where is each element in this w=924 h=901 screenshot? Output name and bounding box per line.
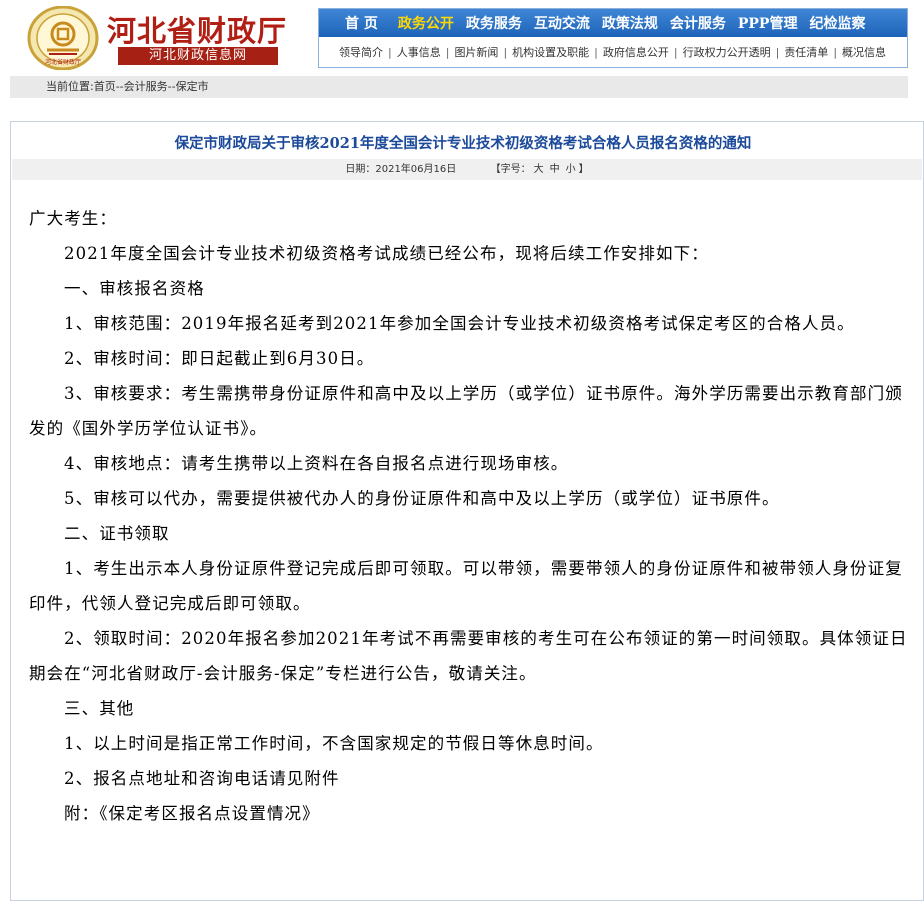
nav-item-4[interactable]: 政策法规 [596, 13, 664, 33]
article-paragraph: 2、报名点地址和咨询电话请见附件 [64, 769, 340, 788]
nav-separator: | [673, 45, 678, 59]
nav-item-3[interactable]: 互动交流 [528, 13, 596, 33]
article-paragraph: 一、审核报名资格 [64, 279, 205, 298]
font-size-medium-link[interactable]: 中 [547, 164, 563, 175]
article-paragraph: 3、审核要求：考生需携带身份证原件和高中及以上学历（或学位）证书原件。海外学历需… [29, 384, 903, 438]
main-navigation: 首 页政务公开 政务服务 互动交流 政策法规 会计服务 PPP管理 纪检监察 领导简介 | 人事… [318, 8, 908, 68]
primary-nav: 首 页政务公开 政务服务 互动交流 政策法规 会计服务 PPP管理 纪检监察 [319, 9, 907, 37]
article-body: 广大考生： 2021年度全国会计专业技术初级资格考试成绩已经公布，现将后续工作安排… [29, 201, 919, 831]
article-paragraph: 附：《保定考区报名点设置情况》 [64, 804, 320, 823]
article-paragraph: 5、审核可以代办，需要提供被代办人的身份证原件和高中及以上学历（或学位）证书原件… [64, 489, 780, 508]
sub-nav-item-0[interactable]: 领导简介 [339, 44, 383, 60]
font-size-large-link[interactable]: 大 [531, 164, 547, 175]
article-paragraph: 二、证书领取 [64, 524, 170, 543]
article-meta: 日期：2021年06月16日 【字号：大中小】 [12, 159, 922, 180]
sub-nav-item-1[interactable]: 人事信息 [397, 44, 441, 60]
nav-separator: | [833, 45, 838, 59]
publish-date: 日期：2021年06月16日 [345, 164, 457, 175]
site-header: 河北省财政厅 河北省财政厅 河北财政信息网 首 页政务公开 政务服务 互动交流 政策法… [0, 0, 924, 74]
nav-item-2[interactable]: 政务服务 [460, 13, 528, 33]
nav-separator: | [594, 45, 598, 59]
site-title[interactable]: 河北省财政厅 [107, 8, 287, 50]
article-paragraph: 1、考生出示本人身份证原件登记完成后即可领取。可以带领，需要带领人的身份证原件和… [29, 559, 903, 613]
nav-item-1[interactable]: 政务公开 [392, 13, 460, 33]
svg-text:河北省财政厅: 河北省财政厅 [45, 58, 81, 66]
article-paragraph: 4、审核地点：请考生携带以上资料在各自报名点进行现场审核。 [64, 454, 569, 473]
nav-separator: | [388, 45, 392, 59]
article-paragraph: 1、以上时间是指正常工作时间，不含国家规定的节假日等休息时间。 [64, 734, 604, 753]
article-title: 保定市财政局关于审核2021年度全国会计专业技术初级资格考试合格人员报名资格的通… [174, 135, 752, 152]
nav-item-0[interactable]: 首 页 [319, 13, 392, 33]
nav-item-7[interactable]: 纪检监察 [803, 13, 871, 33]
article-paragraph: 2021年度全国会计专业技术初级资格考试成绩已经公布，现将后续工作安排如下： [64, 244, 709, 263]
nav-separator: | [775, 45, 780, 59]
sub-nav-item-7[interactable]: 概况信息 [842, 44, 886, 60]
sub-nav-item-4[interactable]: 政府信息公开 [603, 44, 669, 60]
nav-separator: | [445, 45, 450, 59]
nav-item-6[interactable]: PPP管理 [732, 13, 804, 33]
nav-separator: | [503, 45, 508, 59]
article-paragraph: 广大考生： [29, 209, 117, 228]
breadcrumb: 当前位置:首页--会计服务--保定市 [10, 76, 908, 98]
article-paragraph: 2、审核时间：即日起截止到6月30日。 [64, 349, 375, 368]
font-size-small-link[interactable]: 小 [563, 164, 579, 175]
site-subtitle: 河北财政信息网 [118, 47, 278, 65]
article-paragraph: 1、审核范围：2019年报名延考到2021年参加全国会计专业技术初级资格考试保定… [64, 314, 855, 333]
secondary-nav: 领导简介 | 人事信息 | 图片新闻 | 机构设置及职能 | 政府信息公开 | 行政权力公开透明 | 责… [319, 37, 907, 67]
font-size-label: 【字号： [490, 164, 531, 175]
font-size-close: 】 [578, 164, 589, 175]
sub-nav-item-5[interactable]: 行政权力公开透明 [683, 44, 771, 60]
article-paragraph: 2、领取时间：2020年报名参加2021年考试不再需要审核的考生可在公布领证的第… [29, 629, 908, 683]
nav-item-5[interactable]: 会计服务 [664, 13, 732, 33]
finance-emblem-icon[interactable]: 河北省财政厅 [27, 6, 99, 70]
sub-nav-item-2[interactable]: 图片新闻 [454, 44, 498, 60]
sub-nav-item-3[interactable]: 机构设置及职能 [512, 44, 589, 60]
article-paragraph: 三、其他 [64, 699, 135, 718]
sub-nav-item-6[interactable]: 责任清单 [784, 44, 828, 60]
